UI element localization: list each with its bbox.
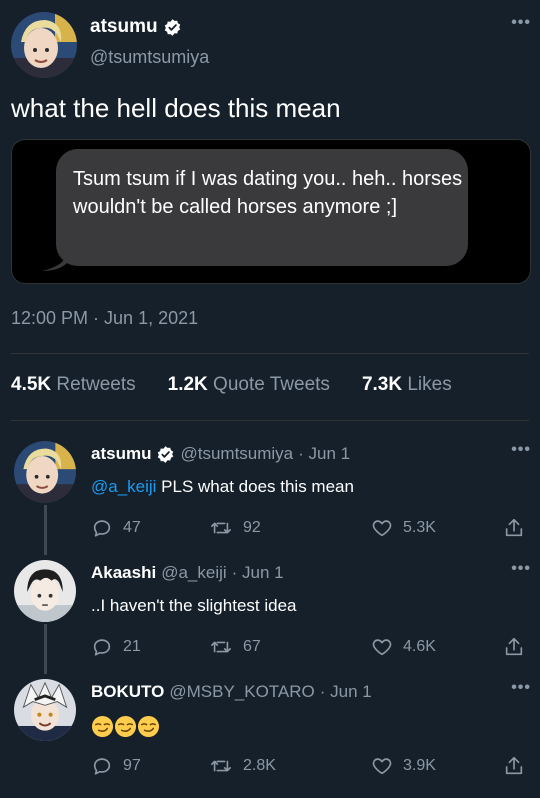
tweet-timestamp[interactable]: 12:00 PM · Jun 1, 2021 <box>11 308 198 329</box>
tweet-media-image[interactable]: Tsum tsum if I was dating you.. heh.. ho… <box>11 139 531 284</box>
smirking-face-icon <box>91 715 114 738</box>
retweet-icon <box>211 760 231 772</box>
reply-button[interactable]: 21 <box>91 636 141 658</box>
reply-icon <box>93 758 111 775</box>
reply-date[interactable]: · Jun 1 <box>320 682 372 702</box>
smirking-face-icon <box>137 715 160 738</box>
tweet-stats: 4.5K Retweets 1.2K Quote Tweets 7.3K Lik… <box>11 374 452 396</box>
reply-button[interactable]: 47 <box>91 517 141 539</box>
retweet-count: 67 <box>243 638 261 655</box>
divider <box>11 420 529 421</box>
more-options-icon[interactable]: ••• <box>511 679 531 697</box>
likes-stat[interactable]: 7.3K Likes <box>362 374 452 396</box>
reply-date[interactable]: · Jun 1 <box>232 563 284 583</box>
reply-header: atsumu @tsumtsumiya · Jun 1 <box>91 444 350 464</box>
like-icon <box>372 520 392 537</box>
quotes-label: Quote Tweets <box>213 374 330 395</box>
retweets-stat[interactable]: 4.5K Retweets <box>11 374 136 396</box>
author-name-row[interactable]: atsumu <box>90 16 182 38</box>
message-bubble: Tsum tsum if I was dating you.. heh.. ho… <box>56 149 468 266</box>
reply-actions: 21 67 4.6K <box>91 636 527 660</box>
tweet-text: what the hell does this mean <box>11 93 341 123</box>
quote-tweets-stat[interactable]: 1.2K Quote Tweets <box>168 374 330 396</box>
reply-button[interactable]: 97 <box>91 755 141 777</box>
like-icon <box>372 639 392 656</box>
reply-author-name[interactable]: atsumu <box>91 444 151 464</box>
reply-icon <box>93 639 111 656</box>
share-button[interactable] <box>503 517 525 539</box>
retweet-button[interactable]: 2.8K <box>209 755 276 777</box>
retweet-icon <box>211 641 231 653</box>
verified-badge-icon <box>156 445 175 464</box>
reply-header: BOKUTO @MSBY_KOTARO · Jun 1 <box>91 682 372 702</box>
reply-author-handle[interactable]: @tsumtsumiya <box>180 444 293 464</box>
divider <box>11 353 529 354</box>
more-options-icon[interactable]: ••• <box>511 560 531 578</box>
mention-link[interactable]: @a_keiji <box>91 477 156 496</box>
author-name[interactable]: atsumu <box>90 16 158 38</box>
like-count: 5.3K <box>403 519 436 536</box>
reply-tweet[interactable]: BOKUTO @MSBY_KOTARO · Jun 1 ••• 97 2.8K … <box>11 679 531 789</box>
reply-tweet[interactable]: atsumu @tsumtsumiya · Jun 1 ••• @a_keiji… <box>11 441 531 551</box>
reply-actions: 47 92 5.3K <box>91 517 527 541</box>
reply-date[interactable]: · Jun 1 <box>298 444 350 464</box>
verified-badge-icon <box>163 18 182 37</box>
reply-text: ..I haven't the slightest idea <box>91 596 297 615</box>
avatar-atsumu[interactable] <box>11 12 77 78</box>
retweet-icon <box>211 522 231 534</box>
reply-author-handle[interactable]: @MSBY_KOTARO <box>169 682 314 702</box>
retweet-button[interactable]: 67 <box>209 636 261 658</box>
author-handle[interactable]: @tsumtsumiya <box>90 47 209 68</box>
likes-count: 7.3K <box>361 374 403 395</box>
retweet-count: 92 <box>243 519 261 536</box>
reply-actions: 97 2.8K 3.9K <box>91 755 527 779</box>
message-text: Tsum tsum if I was dating you.. heh.. ho… <box>73 168 463 218</box>
bubble-tail <box>42 249 72 271</box>
reply-author-name[interactable]: BOKUTO <box>91 682 164 702</box>
avatar-atsumu[interactable] <box>14 441 76 503</box>
quotes-count: 1.2K <box>167 374 208 395</box>
reply-author-name[interactable]: Akaashi <box>91 563 156 583</box>
like-button[interactable]: 5.3K <box>371 517 436 539</box>
reply-text: @a_keiji PLS what does this mean <box>91 477 354 497</box>
share-icon <box>505 637 523 656</box>
retweets-label: Retweets <box>56 374 136 395</box>
avatar-akaashi[interactable] <box>14 560 76 622</box>
share-button[interactable] <box>503 755 525 777</box>
reply-count: 97 <box>123 757 141 774</box>
share-icon <box>505 756 523 775</box>
more-options-icon[interactable]: ••• <box>511 441 531 459</box>
reply-author-handle[interactable]: @a_keiji <box>161 563 226 583</box>
like-count: 3.9K <box>403 757 436 774</box>
more-options-icon[interactable]: ••• <box>511 14 531 32</box>
like-icon <box>372 758 392 775</box>
reply-text <box>91 715 160 743</box>
like-count: 4.6K <box>403 638 436 655</box>
share-button[interactable] <box>503 636 525 658</box>
likes-label: Likes <box>407 374 452 395</box>
retweet-button[interactable]: 92 <box>209 517 261 539</box>
smirking-face-icon <box>114 715 137 738</box>
reply-icon <box>93 520 111 537</box>
share-icon <box>505 518 523 537</box>
main-tweet-header: atsumu @tsumtsumiya ••• <box>11 10 531 80</box>
reply-count: 21 <box>123 638 141 655</box>
like-button[interactable]: 3.9K <box>371 755 436 777</box>
retweet-count: 2.8K <box>243 757 276 774</box>
reply-text-body: PLS what does this mean <box>156 477 354 496</box>
avatar-bokuto[interactable] <box>14 679 76 741</box>
reply-header: Akaashi @a_keiji · Jun 1 <box>91 563 284 583</box>
like-button[interactable]: 4.6K <box>371 636 436 658</box>
retweets-count: 4.5K <box>11 374 52 395</box>
reply-count: 47 <box>123 519 141 536</box>
reply-tweet[interactable]: Akaashi @a_keiji · Jun 1 ••• ..I haven't… <box>11 560 531 670</box>
